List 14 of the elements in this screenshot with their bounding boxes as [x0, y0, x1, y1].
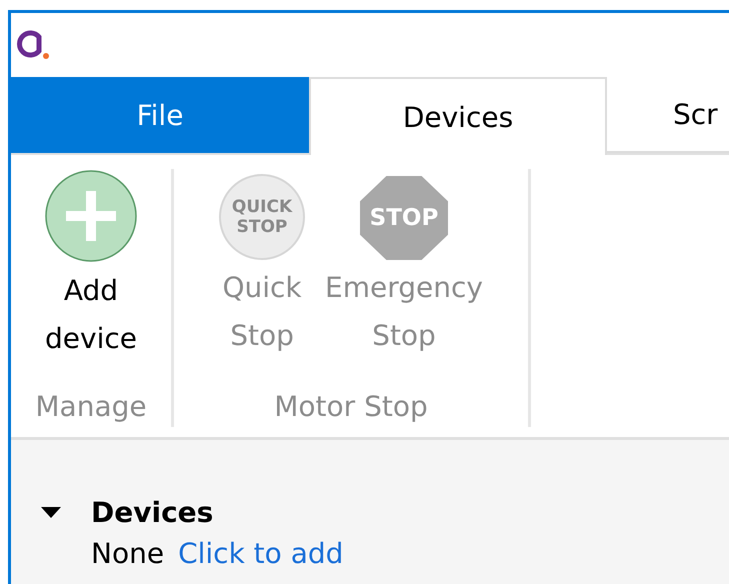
empty-text: None [91, 537, 164, 570]
icon-text: QUICK [232, 197, 292, 217]
ribbon-button[interactable]: Add device [44, 169, 138, 387]
group-label: Motor Stop [274, 389, 428, 425]
ribbon-tab[interactable]: Devices [309, 77, 607, 155]
plus-circle-icon [44, 169, 138, 263]
add-link[interactable]: Click to add [178, 537, 344, 570]
icon-text: STOP [370, 204, 438, 233]
icon-text: STOP [236, 217, 288, 237]
group-label: Manage [35, 389, 147, 425]
ribbon-tab[interactable]: Scr [607, 77, 729, 153]
file-tab[interactable]: File [11, 77, 309, 153]
expand-caret-icon[interactable] [41, 506, 61, 518]
section-title: Devices [91, 496, 214, 529]
